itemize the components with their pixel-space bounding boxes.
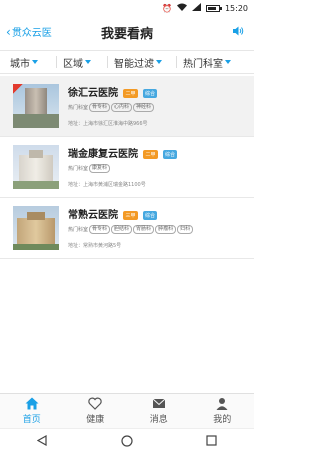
battery-icon [205,4,222,12]
tab-label: 健康 [86,415,105,425]
back-label: 贯众云医 [11,28,52,39]
back-button[interactable]: ‹ 贯众云医 [6,24,52,40]
type-badge: 综合 [142,210,157,220]
type-badge: 综合 [162,149,177,159]
department-tag: 康复科 [89,164,111,173]
tab-label: 我的 [213,415,232,425]
department-tag: 肿瘤科 [155,225,177,234]
department-tags: 热门科室 骨专科 胆结科 胃肠科 肿瘤科 妇科 [68,225,194,234]
caret-down-icon [156,60,162,64]
divider [176,56,177,68]
hospital-photo [13,145,59,189]
department-tag: 骨专科 [89,103,111,112]
signal-icon [191,3,201,13]
tab-home[interactable]: 首页 [0,394,64,428]
department-tag: 骨专科 [89,225,111,234]
filter-department[interactable]: 热门科室 [183,50,231,74]
caret-down-icon [85,60,91,64]
hospital-name: 徐汇云医院 二甲 综合 [68,84,157,99]
mail-icon [152,398,166,408]
hospital-name: 瑞金康复云医院 二甲 综合 [68,145,177,160]
divider [56,56,57,68]
hospital-card[interactable]: 常熟云医院 三甲 综合 热门科室 骨专科 胆结科 胃肠科 肿瘤科 妇科 地址：常… [0,198,254,259]
hospital-name-text: 徐汇云医院 [68,88,118,99]
tags-label: 热门科室 [68,166,89,172]
tab-label: 消息 [149,415,168,425]
department-tag: 胃肠科 [133,225,155,234]
tab-health[interactable]: 健康 [64,394,128,428]
hospital-photo [13,206,59,250]
hospital-name-text: 常熟云医院 [68,210,118,221]
hospital-card[interactable]: 瑞金康复云医院 二甲 综合 热门科室 康复科 地址：上海市黄浦区瑞金路1100号 [0,137,254,198]
caret-down-icon [32,60,38,64]
type-badge: 综合 [142,88,157,98]
speaker-icon[interactable] [232,25,244,37]
tab-profile[interactable]: 我的 [191,394,255,428]
status-time: 15:20 [224,3,248,13]
caret-down-icon [225,60,231,64]
status-bar: ⏰ 15:20 [0,0,254,16]
filter-label: 智能过滤 [114,58,154,70]
user-icon [216,398,228,410]
grade-badge: 三甲 [123,210,138,220]
back-triangle-icon[interactable] [33,433,51,449]
hospital-name-text: 瑞金康复云医院 [68,149,138,160]
filter-label: 热门科室 [183,58,223,70]
chevron-left-icon: ‹ [6,24,11,39]
tab-label: 首页 [22,415,41,425]
filter-label: 城市 [10,58,30,70]
home-circle-icon[interactable] [118,433,136,449]
grade-badge: 二甲 [123,88,138,98]
tags-label: 热门科室 [68,105,89,111]
hospital-card[interactable]: 徐汇云医院 二甲 综合 热门科室 骨专科 心内科 神经科 地址：上海市徐汇区淮海… [0,76,254,137]
grade-badge: 二甲 [143,149,158,159]
department-tags: 热门科室 康复科 [68,164,111,173]
department-tag: 神经科 [133,103,155,112]
wifi-icon [176,3,187,13]
tab-messages[interactable]: 消息 [127,394,191,428]
alarm-icon: ⏰ [161,3,172,13]
heart-icon [88,397,102,410]
department-tags: 热门科室 骨专科 心内科 神经科 [68,103,155,112]
department-tag: 胆结科 [111,225,133,234]
filter-smart[interactable]: 智能过滤 [114,50,176,74]
app-header: 我要看病 ‹ 贯众云医 [0,16,254,46]
filter-city[interactable]: 城市 [10,50,56,74]
recent-apps-icon[interactable] [203,433,221,449]
department-tag: 心内科 [111,103,133,112]
filter-district[interactable]: 区域 [63,50,107,74]
hospital-photo [13,84,59,128]
hospital-list: 徐汇云医院 二甲 综合 热门科室 骨专科 心内科 神经科 地址：上海市徐汇区淮海… [0,76,254,259]
hospital-name: 常熟云医院 三甲 综合 [68,206,157,221]
tags-label: 热门科室 [68,227,89,233]
home-icon [25,397,39,410]
department-tag: 妇科 [177,225,194,234]
system-nav-bar [0,428,254,452]
hospital-address: 地址：常熟市黄河路5号 [68,243,122,249]
divider [107,56,108,68]
filter-bar: 城市 区域 智能过滤 热门科室 [0,50,254,74]
bottom-tab-bar: 首页 健康 消息 我的 [0,393,254,428]
hospital-address: 地址：上海市黄浦区瑞金路1100号 [68,182,146,188]
filter-label: 区域 [63,58,83,70]
hospital-address: 地址：上海市徐汇区淮海中路966号 [68,121,148,127]
